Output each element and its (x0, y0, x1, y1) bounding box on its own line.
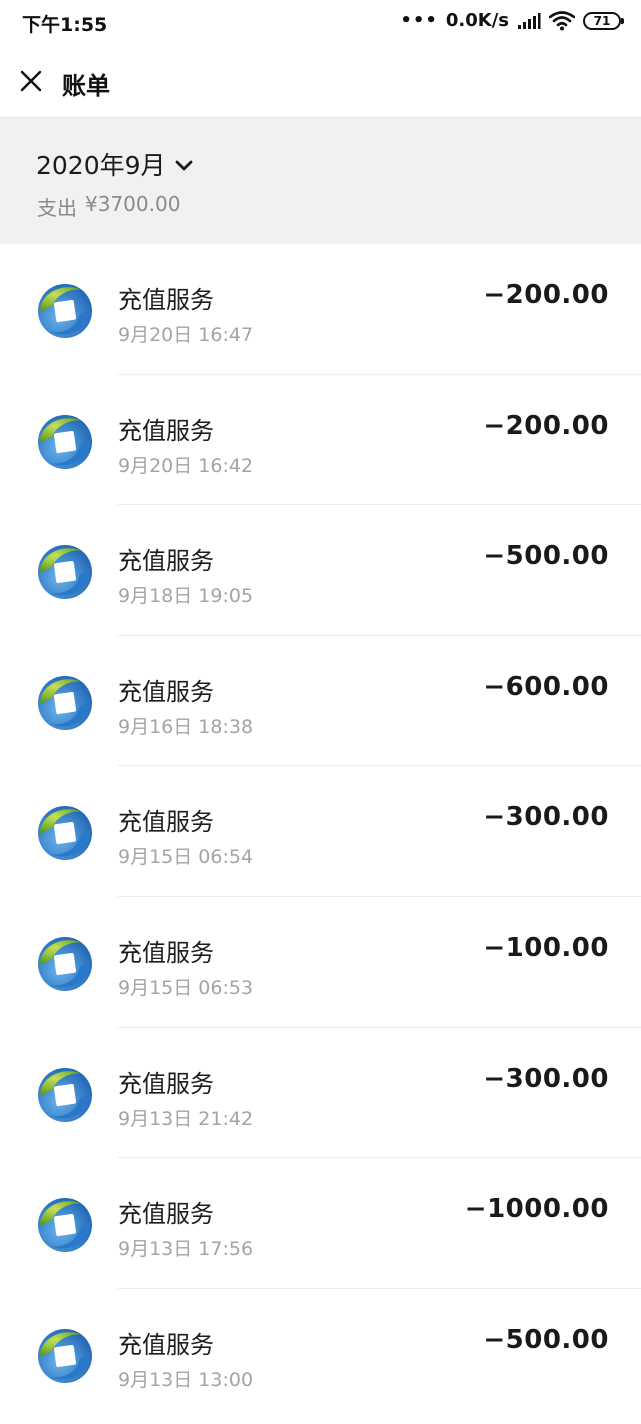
transaction-amount: −200.00 (483, 410, 609, 441)
transaction-amount: −100.00 (483, 932, 609, 963)
battery-icon: 71 (583, 11, 624, 30)
network-speed: 0.0K/s (445, 10, 509, 31)
header-bar: 账单 (0, 44, 641, 118)
spending-label: 支出 (37, 196, 77, 220)
transaction-time: 9月13日 13:00 (118, 1368, 254, 1391)
status-bar: 下午1:55 ••• 0.0K/s 71 (0, 0, 641, 44)
transaction-amount: −200.00 (483, 280, 609, 310)
transaction-time: 9月15日 06:53 (118, 976, 254, 999)
more-dots: ••• (400, 10, 438, 31)
recharge-logo-icon (38, 1198, 92, 1253)
transaction-row[interactable]: 充值服务 9月20日 16:47 −200.00 (0, 244, 641, 375)
transaction-name: 充值服务 (118, 938, 214, 967)
transaction-name: 充值服务 (118, 808, 214, 837)
transaction-name: 充值服务 (118, 1200, 214, 1229)
recharge-logo-icon (38, 284, 92, 338)
transaction-row[interactable]: 充值服务 9月15日 06:54 −300.00 (0, 766, 641, 897)
wifi-icon (549, 10, 575, 30)
recharge-logo-icon (38, 936, 92, 991)
transaction-time: 9月20日 16:42 (118, 454, 254, 477)
transaction-name: 充值服务 (118, 547, 214, 576)
close-icon (20, 70, 42, 92)
transaction-name: 充值服务 (118, 286, 214, 314)
transaction-name: 充值服务 (118, 1069, 214, 1098)
transaction-amount: −500.00 (483, 1324, 609, 1355)
recharge-logo-icon (38, 1328, 92, 1383)
transaction-time: 9月16日 18:38 (118, 715, 254, 738)
transaction-amount: −500.00 (483, 541, 609, 572)
page-title: 账单 (62, 72, 110, 100)
transaction-time: 9月13日 17:56 (118, 1238, 254, 1261)
battery-level: 71 (593, 13, 611, 28)
transaction-row[interactable]: 充值服务 9月13日 13:00 −500.00 (0, 1288, 641, 1420)
recharge-logo-icon (38, 806, 92, 861)
recharge-logo-icon (38, 414, 92, 469)
transaction-name: 充值服务 (118, 1330, 214, 1359)
transaction-name: 充值服务 (118, 416, 214, 445)
transaction-row[interactable]: 充值服务 9月13日 21:42 −300.00 (0, 1027, 641, 1159)
month-summary: 2020年9月 支出 ¥3700.00 (0, 118, 641, 244)
transaction-amount: −600.00 (483, 671, 609, 702)
month-selector[interactable]: 2020年9月 (36, 146, 194, 182)
spending-amount: ¥3700.00 (85, 192, 181, 216)
transaction-row[interactable]: 充值服务 9月15日 06:53 −100.00 (0, 896, 641, 1028)
close-button[interactable] (16, 66, 46, 96)
recharge-logo-icon (38, 1067, 92, 1122)
chevron-down-icon (175, 160, 192, 171)
transaction-time: 9月20日 16:47 (118, 324, 254, 346)
transaction-list: 充值服务 9月20日 16:47 −200.00 充值服务 9月20日 16:4… (0, 244, 641, 1420)
status-indicators: ••• 0.0K/s 71 (400, 10, 624, 31)
transaction-amount: −1000.00 (464, 1194, 609, 1225)
month-label: 2020年9月 (36, 151, 166, 180)
transaction-time: 9月18日 19:05 (118, 585, 254, 608)
recharge-logo-icon (38, 545, 92, 600)
transaction-row[interactable]: 充值服务 9月13日 17:56 −1000.00 (0, 1158, 641, 1289)
transaction-row[interactable]: 充值服务 9月20日 16:42 −200.00 (0, 374, 641, 506)
status-time: 下午1:55 (22, 14, 108, 36)
signal-bars-icon (518, 12, 541, 29)
transaction-row[interactable]: 充值服务 9月16日 18:38 −600.00 (0, 635, 641, 767)
spending-summary: 支出 ¥3700.00 (37, 192, 180, 221)
transaction-amount: −300.00 (483, 1063, 609, 1094)
recharge-logo-icon (38, 675, 92, 730)
transaction-amount: −300.00 (483, 802, 609, 833)
transaction-time: 9月13日 21:42 (118, 1107, 254, 1130)
transaction-name: 充值服务 (118, 677, 214, 706)
transaction-row[interactable]: 充值服务 9月18日 19:05 −500.00 (0, 505, 641, 636)
transaction-time: 9月15日 06:54 (118, 846, 254, 869)
